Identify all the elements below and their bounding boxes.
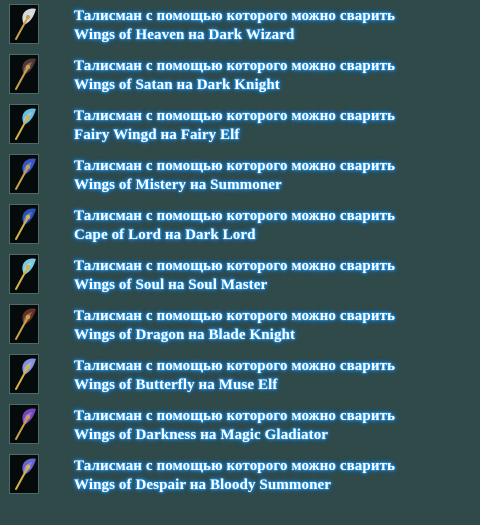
talisman-list: Талисман с помощью которого можно сварит… (0, 0, 480, 525)
item-description: Талисман с помощью которого можно сварит… (74, 108, 396, 124)
item-title: Wings of Heaven на Dark Wizard (74, 27, 295, 43)
cape-icon (9, 204, 39, 244)
staff-shape (15, 16, 29, 40)
item-title: Cape of Lord на Dark Lord (74, 227, 256, 243)
item-description: Талисман с помощью которого можно сварит… (74, 308, 396, 324)
list-item: Талисман с помощью которого можно сварит… (0, 400, 480, 450)
purple-wings-icon (9, 404, 39, 444)
item-description: Талисман с помощью которого можно сварит… (74, 458, 396, 474)
list-item: Талисман с помощью которого можно сварит… (0, 250, 480, 300)
staff-shape (15, 216, 29, 240)
item-description: Талисман с помощью которого можно сварит… (74, 408, 396, 424)
list-item: Талисман с помощью которого можно сварит… (0, 200, 480, 250)
staff-gem (25, 414, 31, 420)
staff-shape (15, 66, 29, 90)
staff-shape (15, 416, 29, 440)
item-description: Талисман с помощью которого можно сварит… (74, 258, 396, 274)
item-title: Wings of Despair на Bloody Summoner (74, 477, 332, 493)
dragon-wings-icon (9, 304, 39, 344)
item-title: Wings of Mistery на Summoner (74, 177, 282, 193)
butterfly-wings-icon (9, 354, 39, 394)
item-description: Талисман с помощью которого можно сварит… (74, 358, 396, 374)
staff-shape (15, 316, 29, 340)
staff-gem (25, 214, 31, 220)
staff-gem (25, 464, 31, 470)
item-description: Талисман с помощью которого можно сварит… (74, 158, 396, 174)
staff-shape (15, 466, 29, 490)
item-title: Fairy Wingd на Fairy Elf (74, 127, 240, 143)
list-item: Талисман с помощью которого можно сварит… (0, 50, 480, 100)
blue-wings-icon (9, 154, 39, 194)
item-description: Талисман с помощью которого можно сварит… (74, 8, 396, 24)
list-item: Талисман с помощью которого можно сварит… (0, 0, 480, 50)
staff-gem (25, 264, 31, 270)
staff-gem (25, 364, 31, 370)
item-description: Талисман с помощью которого можно сварит… (74, 208, 396, 224)
item-title: Wings of Satan на Dark Knight (74, 77, 280, 93)
white-wings-icon (9, 4, 39, 44)
cyan-wings-icon (9, 254, 39, 294)
list-item: Талисман с помощью которого можно сварит… (0, 100, 480, 150)
item-title: Wings of Darkness на Magic Gladiator (74, 427, 329, 443)
list-item: Талисман с помощью которого можно сварит… (0, 300, 480, 350)
staff-gem (25, 164, 31, 170)
list-item: Талисман с помощью которого можно сварит… (0, 150, 480, 200)
item-description: Талисман с помощью которого можно сварит… (74, 58, 396, 74)
item-title: Wings of Dragon на Blade Knight (74, 327, 296, 343)
fairy-wings-icon (9, 104, 39, 144)
staff-shape (15, 266, 29, 290)
item-title: Wings of Butterfly на Muse Elf (74, 377, 278, 393)
violet-wings-icon (9, 454, 39, 494)
staff-shape (15, 116, 29, 140)
dark-wings-icon (9, 54, 39, 94)
list-item: Талисман с помощью которого можно сварит… (0, 450, 480, 500)
staff-gem (25, 64, 31, 70)
staff-gem (25, 314, 31, 320)
staff-gem (25, 14, 31, 20)
staff-shape (15, 166, 29, 190)
item-title: Wings of Soul на Soul Master (74, 277, 268, 293)
staff-gem (25, 114, 31, 120)
list-item: Талисман с помощью которого можно сварит… (0, 350, 480, 400)
staff-shape (15, 366, 29, 390)
